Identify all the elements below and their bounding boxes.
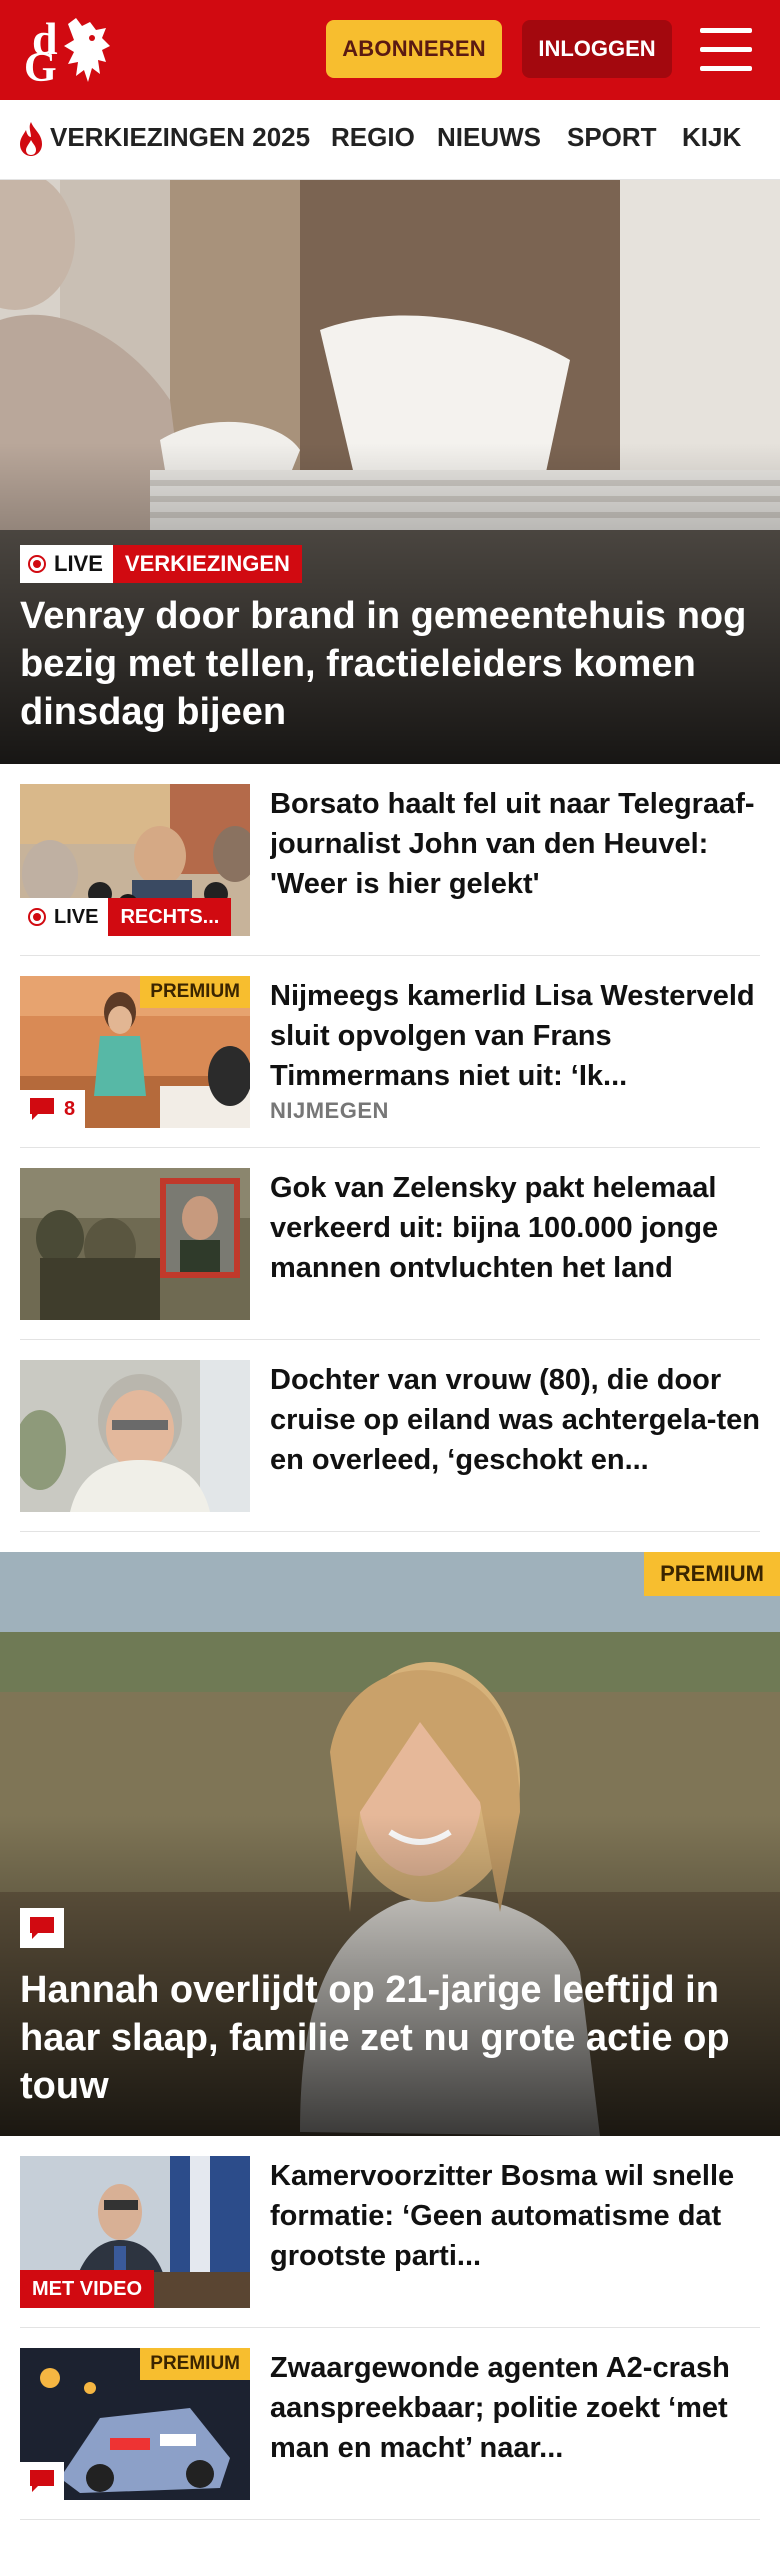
comment-bubble-icon [20,1908,64,1948]
region-label[interactable]: NIJMEGEN [270,1098,389,1124]
live-badge: LIVE RECHTS... [20,898,232,936]
article-thumbnail [20,1360,250,1512]
hero-article[interactable]: LIVE VERKIEZINGEN Venray door brand in g… [0,180,780,764]
hero-headline[interactable]: Venray door brand in gemeentehuis nog be… [20,592,760,736]
article-thumbnail: LIVE RECHTS... [20,784,250,936]
live-badge: LIVE [20,545,113,583]
article-headline[interactable]: Dochter van vrouw (80), die door cruise … [270,1360,760,1480]
nav-item-verkiezingen[interactable]: VERKIEZINGEN 2025 [50,122,310,153]
top-bar: d G ABONNEREN INLOGGEN [0,0,780,100]
article-headline[interactable]: Borsato haalt fel uit naar Telegraaf-jou… [270,784,760,904]
featured-article[interactable]: PREMIUM Hannah overlijdt op 21-jarige le… [0,1552,780,2136]
category-tag[interactable]: VERKIEZINGEN [112,545,302,583]
article-headline[interactable]: Nijmeegs kamerlid Lisa Westerveld sluit … [270,976,760,1096]
article-thumbnail: MET VIDEO [20,2156,250,2308]
comment-bubble-icon [30,1098,54,1120]
nav-item-sport[interactable]: SPORT [567,122,657,153]
premium-badge: PREMIUM [644,1552,780,1596]
comment-count-badge: 8 [20,1090,86,1128]
list-item[interactable]: MET VIDEO Kamervoorzitter Bosma wil snel… [20,2136,760,2328]
subscribe-button[interactable]: ABONNEREN [326,20,502,78]
list-item[interactable]: Dochter van vrouw (80), die door cruise … [20,1340,760,1532]
live-dot-icon [28,555,46,573]
nav-item-regio[interactable]: REGIO [331,122,415,153]
featured-headline[interactable]: Hannah overlijdt op 21-jarige leeftijd i… [20,1966,760,2110]
dg-logo[interactable]: d G [24,12,114,91]
article-thumbnail [20,1168,250,1320]
article-headline[interactable]: Gok van Zelensky pakt helemaal verkeerd … [270,1168,760,1288]
comment-bubble-icon [30,2470,54,2492]
login-button[interactable]: INLOGGEN [522,20,672,78]
category-tag: RECHTS... [108,898,232,936]
premium-badge: PREMIUM [140,976,250,1008]
article-headline[interactable]: Zwaargewonde agenten A2-crash aanspreekb… [270,2348,760,2468]
article-thumbnail: PREMIUM [20,2348,250,2500]
flame-icon [20,122,42,156]
horse-emblem-icon [64,18,110,82]
logo-letter-g: G [24,45,57,91]
list-item[interactable]: PREMIUM Zwaargewonde agenten A2-crash aa… [20,2328,760,2520]
article-headline[interactable]: Kamervoorzitter Bosma wil snelle formati… [270,2156,760,2276]
hero-tags: LIVE VERKIEZINGEN [20,545,302,583]
list-item[interactable]: Gok van Zelensky pakt helemaal verkeerd … [20,1148,760,1340]
comment-count-badge [20,2462,64,2500]
hamburger-menu-icon[interactable] [700,28,752,72]
nav-item-nieuws[interactable]: NIEUWS [437,122,541,153]
nav-item-kijk[interactable]: KIJK [682,122,741,153]
premium-badge: PREMIUM [140,2348,250,2380]
section-nav: VERKIEZINGEN 2025 REGIO NIEUWS SPORT KIJ… [0,100,780,180]
list-item[interactable]: LIVE RECHTS... Borsato haalt fel uit naa… [20,764,760,956]
article-thumbnail: PREMIUM 8 [20,976,250,1128]
video-badge: MET VIDEO [20,2270,155,2308]
live-dot-icon [28,908,46,926]
list-item[interactable]: PREMIUM 8 Nijmeegs kamerlid Lisa Westerv… [20,956,760,1148]
